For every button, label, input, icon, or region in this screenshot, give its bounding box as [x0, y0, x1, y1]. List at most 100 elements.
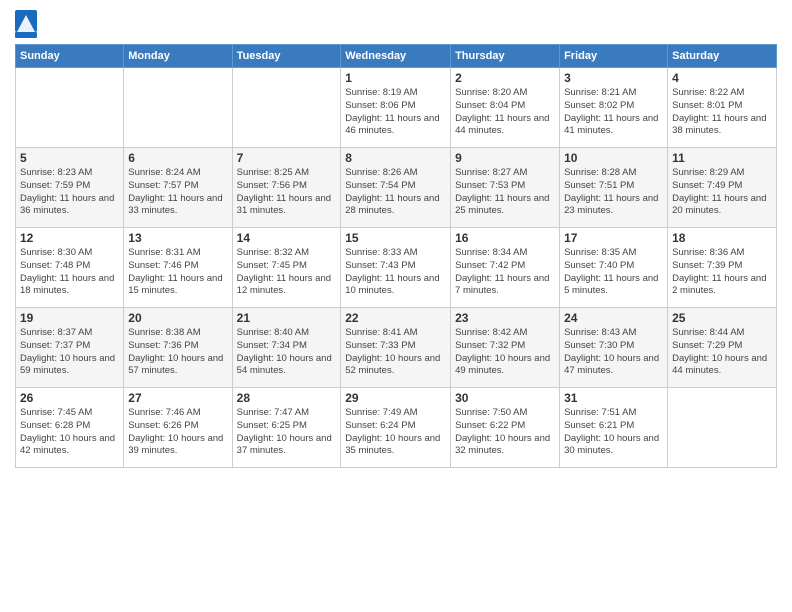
calendar-header-wednesday: Wednesday [341, 45, 451, 68]
calendar-cell: 7Sunrise: 8:25 AM Sunset: 7:56 PM Daylig… [232, 148, 341, 228]
calendar-cell: 8Sunrise: 8:26 AM Sunset: 7:54 PM Daylig… [341, 148, 451, 228]
calendar-cell: 20 Sunrise: 8:38 AM Sunset: 7:36 PM Dayli… [124, 308, 232, 388]
calendar-header-monday: Monday [124, 45, 232, 68]
day-info: Sunrise: 8:24 AM Sunset: 7:57 PM Dayligh… [128, 167, 227, 218]
calendar-cell: 24Sunrise: 8:43 AM Sunset: 7:30 PM Dayli… [560, 308, 668, 388]
calendar-cell: 9 Sunrise: 8:27 AM Sunset: 7:53 PM Daylig… [451, 148, 560, 228]
day-number: 10 [564, 151, 663, 165]
calendar-header-thursday: Thursday [451, 45, 560, 68]
calendar-cell: 6 Sunrise: 8:24 AM Sunset: 7:57 PM Daylig… [124, 148, 232, 228]
calendar-cell: 18Sunrise: 8:36 AM Sunset: 7:39 PM Dayli… [668, 228, 777, 308]
calendar-cell: 1Sunrise: 8:19 AM Sunset: 8:06 PM Daylig… [341, 68, 451, 148]
calendar-cell: 31 Sunrise: 7:51 AM Sunset: 6:21 PM Dayli… [560, 388, 668, 468]
calendar-cell: 3 Sunrise: 8:21 AM Sunset: 8:02 PM Daylig… [560, 68, 668, 148]
day-number: 27 [128, 391, 227, 405]
calendar: SundayMondayTuesdayWednesdayThursdayFrid… [15, 44, 777, 468]
day-number: 20 [128, 311, 227, 325]
day-info: Sunrise: 8:20 AM Sunset: 8:04 PM Dayligh… [455, 87, 555, 138]
calendar-cell: 13 Sunrise: 8:31 AM Sunset: 7:46 PM Dayli… [124, 228, 232, 308]
calendar-cell [232, 68, 341, 148]
day-info: Sunrise: 8:38 AM Sunset: 7:36 PM Dayligh… [128, 327, 227, 378]
day-number: 30 [455, 391, 555, 405]
logo-icon [15, 10, 37, 38]
day-number: 26 [20, 391, 119, 405]
calendar-cell: 26 Sunrise: 7:45 AM Sunset: 6:28 PM Dayli… [16, 388, 124, 468]
calendar-week-2: 5 Sunrise: 8:23 AM Sunset: 7:59 PM Daylig… [16, 148, 777, 228]
day-info: Sunrise: 7:47 AM Sunset: 6:25 PM Dayligh… [237, 407, 337, 458]
day-number: 16 [455, 231, 555, 245]
calendar-cell: 23Sunrise: 8:42 AM Sunset: 7:32 PM Dayli… [451, 308, 560, 388]
day-info: Sunrise: 8:30 AM Sunset: 7:48 PM Dayligh… [20, 247, 119, 298]
day-info: Sunrise: 8:28 AM Sunset: 7:51 PM Dayligh… [564, 167, 663, 218]
day-number: 21 [237, 311, 337, 325]
day-number: 22 [345, 311, 446, 325]
calendar-header-saturday: Saturday [668, 45, 777, 68]
calendar-cell [668, 388, 777, 468]
day-number: 17 [564, 231, 663, 245]
day-number: 6 [128, 151, 227, 165]
calendar-cell: 17 Sunrise: 8:35 AM Sunset: 7:40 PM Dayli… [560, 228, 668, 308]
calendar-header-friday: Friday [560, 45, 668, 68]
day-info: Sunrise: 8:27 AM Sunset: 7:53 PM Dayligh… [455, 167, 555, 218]
day-info: Sunrise: 7:51 AM Sunset: 6:21 PM Dayligh… [564, 407, 663, 458]
day-number: 25 [672, 311, 772, 325]
calendar-week-1: 1Sunrise: 8:19 AM Sunset: 8:06 PM Daylig… [16, 68, 777, 148]
day-info: Sunrise: 8:22 AM Sunset: 8:01 PM Dayligh… [672, 87, 772, 138]
calendar-cell: 16Sunrise: 8:34 AM Sunset: 7:42 PM Dayli… [451, 228, 560, 308]
day-info: Sunrise: 8:31 AM Sunset: 7:46 PM Dayligh… [128, 247, 227, 298]
day-info: Sunrise: 8:26 AM Sunset: 7:54 PM Dayligh… [345, 167, 446, 218]
day-info: Sunrise: 8:29 AM Sunset: 7:49 PM Dayligh… [672, 167, 772, 218]
calendar-cell: 22 Sunrise: 8:41 AM Sunset: 7:33 PM Dayli… [341, 308, 451, 388]
day-info: Sunrise: 7:46 AM Sunset: 6:26 PM Dayligh… [128, 407, 227, 458]
day-number: 9 [455, 151, 555, 165]
day-number: 4 [672, 71, 772, 85]
calendar-cell: 10 Sunrise: 8:28 AM Sunset: 7:51 PM Dayli… [560, 148, 668, 228]
day-info: Sunrise: 8:19 AM Sunset: 8:06 PM Dayligh… [345, 87, 446, 138]
day-info: Sunrise: 8:40 AM Sunset: 7:34 PM Dayligh… [237, 327, 337, 378]
day-number: 11 [672, 151, 772, 165]
calendar-cell [124, 68, 232, 148]
calendar-cell: 27 Sunrise: 7:46 AM Sunset: 6:26 PM Dayli… [124, 388, 232, 468]
day-info: Sunrise: 8:42 AM Sunset: 7:32 PM Dayligh… [455, 327, 555, 378]
day-info: Sunrise: 8:37 AM Sunset: 7:37 PM Dayligh… [20, 327, 119, 378]
calendar-header-tuesday: Tuesday [232, 45, 341, 68]
calendar-cell: 30Sunrise: 7:50 AM Sunset: 6:22 PM Dayli… [451, 388, 560, 468]
day-number: 14 [237, 231, 337, 245]
calendar-cell: 5 Sunrise: 8:23 AM Sunset: 7:59 PM Daylig… [16, 148, 124, 228]
day-number: 3 [564, 71, 663, 85]
day-info: Sunrise: 8:36 AM Sunset: 7:39 PM Dayligh… [672, 247, 772, 298]
calendar-cell: 25 Sunrise: 8:44 AM Sunset: 7:29 PM Dayli… [668, 308, 777, 388]
day-info: Sunrise: 8:35 AM Sunset: 7:40 PM Dayligh… [564, 247, 663, 298]
calendar-week-5: 26 Sunrise: 7:45 AM Sunset: 6:28 PM Dayli… [16, 388, 777, 468]
day-info: Sunrise: 8:41 AM Sunset: 7:33 PM Dayligh… [345, 327, 446, 378]
day-info: Sunrise: 8:44 AM Sunset: 7:29 PM Dayligh… [672, 327, 772, 378]
calendar-cell [16, 68, 124, 148]
calendar-week-4: 19 Sunrise: 8:37 AM Sunset: 7:37 PM Dayli… [16, 308, 777, 388]
day-info: Sunrise: 8:23 AM Sunset: 7:59 PM Dayligh… [20, 167, 119, 218]
calendar-cell: 4 Sunrise: 8:22 AM Sunset: 8:01 PM Daylig… [668, 68, 777, 148]
calendar-week-3: 12 Sunrise: 8:30 AM Sunset: 7:48 PM Dayli… [16, 228, 777, 308]
day-number: 2 [455, 71, 555, 85]
day-info: Sunrise: 8:43 AM Sunset: 7:30 PM Dayligh… [564, 327, 663, 378]
day-number: 12 [20, 231, 119, 245]
calendar-cell: 21 Sunrise: 8:40 AM Sunset: 7:34 PM Dayli… [232, 308, 341, 388]
calendar-cell: 19 Sunrise: 8:37 AM Sunset: 7:37 PM Dayli… [16, 308, 124, 388]
day-number: 15 [345, 231, 446, 245]
day-number: 13 [128, 231, 227, 245]
day-info: Sunrise: 8:32 AM Sunset: 7:45 PM Dayligh… [237, 247, 337, 298]
calendar-cell: 12 Sunrise: 8:30 AM Sunset: 7:48 PM Dayli… [16, 228, 124, 308]
calendar-header-sunday: Sunday [16, 45, 124, 68]
day-info: Sunrise: 8:21 AM Sunset: 8:02 PM Dayligh… [564, 87, 663, 138]
day-info: Sunrise: 8:25 AM Sunset: 7:56 PM Dayligh… [237, 167, 337, 218]
header [15, 10, 777, 38]
calendar-cell: 28Sunrise: 7:47 AM Sunset: 6:25 PM Dayli… [232, 388, 341, 468]
day-number: 5 [20, 151, 119, 165]
day-info: Sunrise: 7:45 AM Sunset: 6:28 PM Dayligh… [20, 407, 119, 458]
calendar-cell: 2 Sunrise: 8:20 AM Sunset: 8:04 PM Daylig… [451, 68, 560, 148]
calendar-cell: 29 Sunrise: 7:49 AM Sunset: 6:24 PM Dayli… [341, 388, 451, 468]
day-info: Sunrise: 7:49 AM Sunset: 6:24 PM Dayligh… [345, 407, 446, 458]
day-number: 19 [20, 311, 119, 325]
page: SundayMondayTuesdayWednesdayThursdayFrid… [0, 0, 792, 612]
day-number: 29 [345, 391, 446, 405]
day-number: 31 [564, 391, 663, 405]
